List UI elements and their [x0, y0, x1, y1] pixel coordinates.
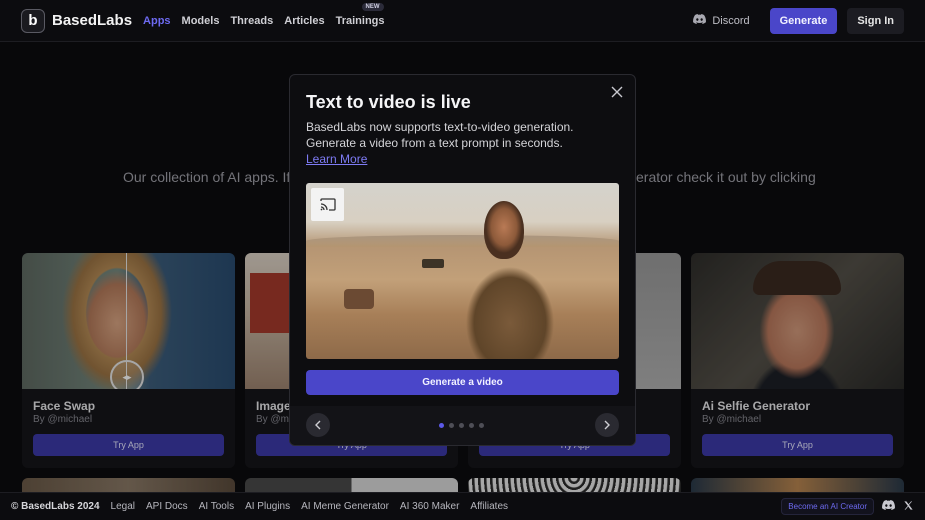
- footer-link-api-docs[interactable]: API Docs: [146, 501, 188, 512]
- nav-trainings[interactable]: Trainings NEW: [335, 2, 385, 27]
- footer-link-ai-plugins[interactable]: AI Plugins: [245, 501, 290, 512]
- carousel-controls: [290, 406, 635, 445]
- vehicle-shape: [422, 259, 444, 268]
- page-footer: © BasedLabs 2024 Legal API Docs AI Tools…: [0, 492, 925, 520]
- footer-link-legal[interactable]: Legal: [111, 501, 135, 512]
- learn-more-link[interactable]: Learn More: [306, 152, 367, 166]
- carousel-dot[interactable]: [449, 423, 454, 428]
- top-header: b BasedLabs Apps Models Threads Articles…: [0, 0, 925, 42]
- footer-link-ai-tools[interactable]: AI Tools: [199, 501, 234, 512]
- footer-right: Become an AI Creator: [781, 498, 914, 515]
- discord-label: Discord: [712, 14, 750, 27]
- footer-link-ai-360-maker[interactable]: AI 360 Maker: [400, 501, 459, 512]
- new-badge: NEW: [361, 2, 384, 11]
- generate-button[interactable]: Generate: [769, 7, 838, 34]
- footer-link-ai-meme-generator[interactable]: AI Meme Generator: [301, 501, 389, 512]
- man-head: [484, 201, 524, 259]
- brand-logo[interactable]: b BasedLabs: [21, 8, 133, 33]
- video-preview[interactable]: [306, 183, 619, 359]
- generate-video-button[interactable]: Generate a video: [306, 370, 619, 395]
- carousel-dot[interactable]: [439, 423, 444, 428]
- carousel-dot[interactable]: [479, 423, 484, 428]
- cast-icon[interactable]: [311, 188, 344, 221]
- carousel-dot[interactable]: [459, 423, 464, 428]
- sign-in-button[interactable]: Sign In: [847, 7, 904, 34]
- footer-link-affiliates[interactable]: Affiliates: [470, 501, 508, 512]
- brand-name: BasedLabs: [52, 12, 133, 29]
- x-twitter-icon[interactable]: [903, 500, 914, 514]
- basedlabs-logo-icon: b: [21, 8, 45, 33]
- announcement-modal: Text to video is live BasedLabs now supp…: [289, 74, 636, 446]
- carousel-dots: [439, 423, 484, 428]
- main-nav: Apps Models Threads Articles Trainings NE…: [143, 2, 385, 27]
- discord-link[interactable]: Discord: [693, 14, 750, 27]
- nav-articles[interactable]: Articles: [284, 15, 324, 27]
- nav-threads[interactable]: Threads: [230, 15, 273, 27]
- modal-title: Text to video is live: [306, 92, 471, 112]
- discord-icon: [693, 14, 707, 27]
- nav-trainings-label: Trainings: [335, 14, 385, 27]
- chevron-right-icon: [604, 420, 610, 430]
- nav-models[interactable]: Models: [182, 15, 220, 27]
- man-body: [456, 263, 564, 359]
- nav-apps[interactable]: Apps: [143, 15, 171, 27]
- become-creator-button[interactable]: Become an AI Creator: [781, 498, 874, 515]
- close-icon[interactable]: [609, 84, 625, 100]
- footer-copyright: © BasedLabs 2024: [11, 501, 100, 512]
- barrel-shape: [344, 289, 374, 309]
- carousel-dot[interactable]: [469, 423, 474, 428]
- header-actions: Discord Generate Sign In: [693, 7, 904, 34]
- distant-hills: [306, 235, 619, 247]
- modal-description: BasedLabs now supports text-to-video gen…: [306, 120, 574, 150]
- carousel-next-button[interactable]: [595, 413, 619, 437]
- chevron-left-icon: [315, 420, 321, 430]
- discord-icon[interactable]: [882, 500, 895, 513]
- carousel-prev-button[interactable]: [306, 413, 330, 437]
